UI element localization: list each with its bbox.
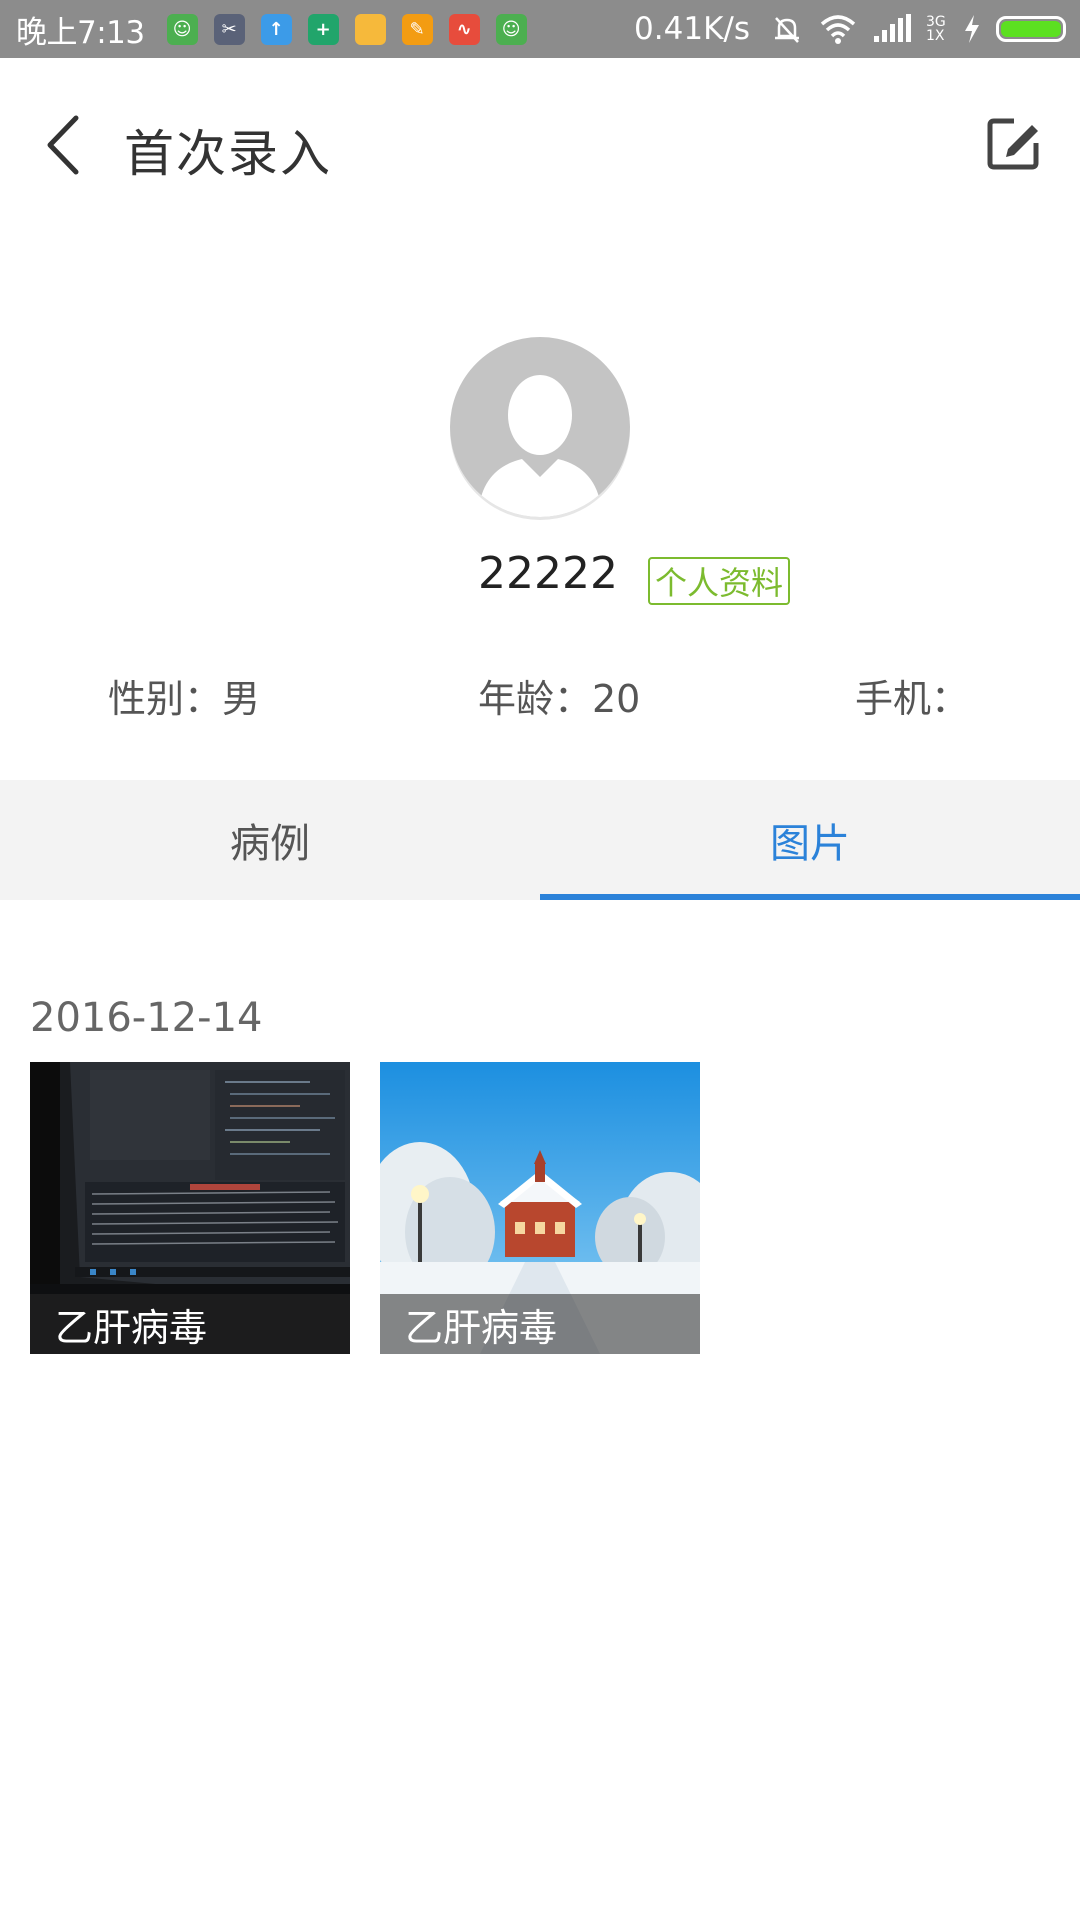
gender-field: 性别：男 [108,677,261,721]
brush-icon: ✎ [401,13,433,45]
wifi-icon [820,15,856,44]
patient-name: 22222 [478,548,618,599]
patient-info-row: 性别：男 年龄：20 手机： [0,668,1080,728]
default-avatar-icon [478,375,602,517]
photo-thumbnail[interactable]: 乙肝病毒 [30,1062,350,1354]
avatar[interactable] [450,337,630,517]
photo-thumbnail[interactable]: 乙肝病毒 [380,1062,700,1354]
shield-icon: + [307,13,339,45]
back-arrow-icon[interactable] [38,110,98,180]
edit-icon[interactable] [984,113,1044,173]
network-type: 3G 1X [926,14,946,44]
android-icon: ☺ [495,13,527,45]
battery-icon [996,16,1066,42]
tab-bar: 病例 图片 [0,780,1080,900]
charging-icon [965,15,979,43]
tab-images[interactable]: 图片 [540,780,1080,900]
upload-icon: ↑ [260,13,292,45]
photo-caption: 乙肝病毒 [30,1294,350,1354]
net-speed: 0.41K/s [634,11,750,47]
notification-icons: ☺ ✂ ↑ + ✎ ∿ ☺ [166,13,527,45]
age-field: 年龄：20 [478,677,641,721]
phone-field: 手机： [855,677,970,721]
status-bar: 晚上7:13 ☺ ✂ ↑ + ✎ ∿ ☺ 0.41K/s 3G 1X [0,0,1080,58]
mute-bell-icon [775,17,799,43]
photo-caption: 乙肝病毒 [380,1294,700,1354]
signal-icon [874,14,911,42]
chart-icon: ∿ [448,13,480,45]
status-time: 晚上7:13 [16,14,145,51]
folder-icon [354,13,386,45]
android-icon: ☺ [166,13,198,45]
tab-cases[interactable]: 病例 [0,780,540,900]
scissors-icon: ✂ [213,13,245,45]
photo-date: 2016-12-14 [30,995,263,1041]
profile-tag-button[interactable]: 个人资料 [648,557,790,605]
page-title: 首次录入 [124,125,332,183]
app-bar: 首次录入 [0,58,1080,228]
